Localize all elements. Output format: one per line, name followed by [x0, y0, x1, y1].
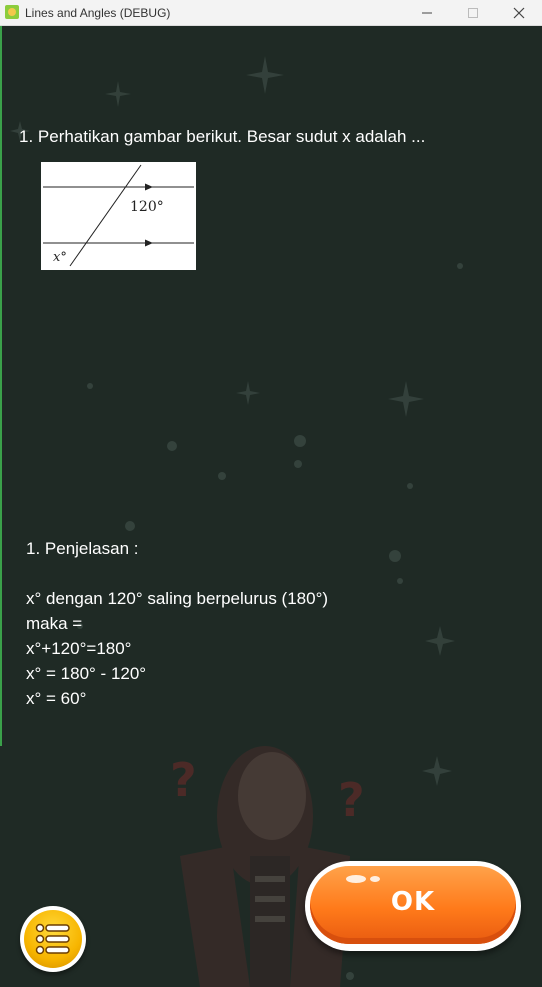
ok-button[interactable]: OK: [305, 861, 521, 951]
window-title: Lines and Angles (DEBUG): [25, 6, 171, 20]
ok-button-face: OK: [310, 866, 516, 944]
app-icon: [5, 5, 19, 19]
minimize-icon: [422, 12, 432, 14]
title-bar[interactable]: Lines and Angles (DEBUG): [0, 0, 542, 26]
svg-text:?: ?: [170, 753, 197, 807]
menu-button-face: [24, 910, 82, 968]
maximize-button[interactable]: [450, 0, 496, 26]
question-text: 1. Perhatikan gambar berikut. Besar sudu…: [19, 127, 426, 146]
svg-text:?: ?: [338, 773, 365, 827]
ok-button-label: OK: [390, 887, 436, 917]
angle-x-label: x°: [53, 250, 67, 265]
ok-shine-small: [370, 876, 380, 882]
game-stage: ? ? 1. Perhatikan gambar berikut. Besar …: [0, 26, 542, 987]
explanation-line-3: x°+120°=180°: [26, 639, 132, 658]
angle-120-label: 120°: [130, 199, 164, 215]
maximize-icon: [468, 8, 478, 18]
close-button[interactable]: [496, 0, 542, 26]
explanation-line-4: x° = 180° - 120°: [26, 664, 147, 683]
minimize-button[interactable]: [404, 0, 450, 26]
app-window: Lines and Angles (DEBUG) ? ? 1. Perhatik…: [0, 0, 542, 987]
close-icon: [513, 7, 525, 19]
explanation-line-2: maka =: [26, 614, 83, 633]
angle-figure: 120° x°: [41, 162, 196, 270]
menu-button[interactable]: [20, 906, 86, 972]
explanation-line-5: x° = 60°: [26, 689, 87, 708]
explanation-heading: 1. Penjelasan :: [26, 539, 139, 558]
explanation-line-1: x° dengan 120° saling berpelurus (180°): [26, 589, 329, 608]
list-menu-icon: [35, 923, 70, 955]
ok-shine: [346, 875, 366, 883]
